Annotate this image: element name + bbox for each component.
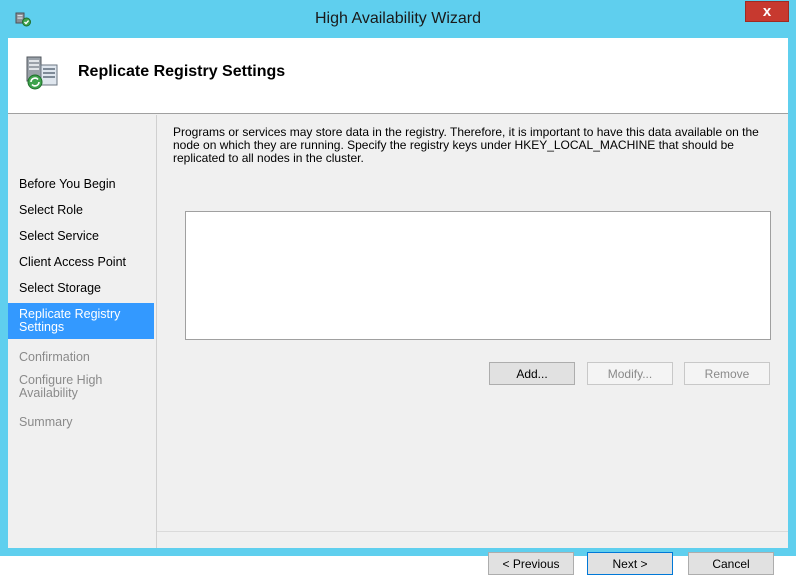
next-button[interactable]: Next > <box>587 552 673 575</box>
modify-button[interactable]: Modify... <box>587 362 673 385</box>
nav-item-client-access-point[interactable]: Client Access Point <box>8 256 154 269</box>
wizard-content: Programs or services may store data in t… <box>157 115 788 575</box>
nav-item-before-you-begin[interactable]: Before You Begin <box>8 178 154 191</box>
close-button[interactable]: x <box>745 1 789 22</box>
nav-item-select-role[interactable]: Select Role <box>8 204 154 217</box>
nav-item-confirmation: Confirmation <box>19 350 90 364</box>
nav-item-summary: Summary <box>19 415 73 429</box>
remove-button[interactable]: Remove <box>684 362 770 385</box>
wizard-window: High Availability Wizard x Replicate Reg… <box>0 0 796 575</box>
instructions-text: Programs or services may store data in t… <box>173 125 759 165</box>
nav-item-configure-high-availability: Configure High Availability <box>19 373 103 400</box>
nav-item-select-service[interactable]: Select Service <box>8 230 154 243</box>
wizard-steps-sidebar: Before You Begin Select Role Select Serv… <box>8 115 156 548</box>
footer-separator <box>157 531 788 532</box>
wizard-client-area: Replicate Registry Settings Before You B… <box>8 38 788 575</box>
add-button[interactable]: Add... <box>489 362 575 385</box>
title-bar[interactable]: High Availability Wizard x <box>0 0 796 38</box>
server-registry-icon <box>26 56 58 90</box>
registry-keys-list[interactable] <box>185 211 771 340</box>
nav-item-select-storage[interactable]: Select Storage <box>8 282 154 295</box>
nav-item-replicate-registry-settings[interactable]: Replicate Registry Settings <box>8 303 154 339</box>
window-title: High Availability Wizard <box>315 10 481 27</box>
wizard-header: Replicate Registry Settings <box>8 38 788 114</box>
previous-button[interactable]: < Previous <box>488 552 574 575</box>
page-title: Replicate Registry Settings <box>78 63 286 80</box>
cancel-button[interactable]: Cancel <box>688 552 774 575</box>
